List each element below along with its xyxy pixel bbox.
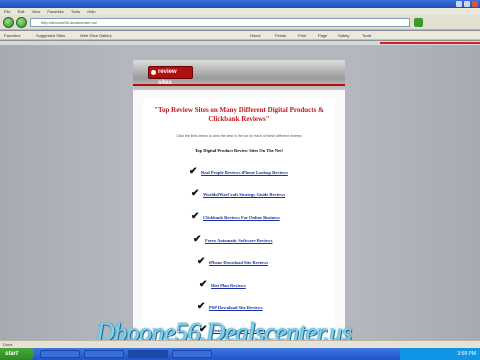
review-link[interactable]: Diet Plan Reviews bbox=[211, 283, 246, 288]
section-subhead: Top Digital Product Review Sites On The … bbox=[194, 148, 284, 153]
menu-file[interactable]: File bbox=[4, 9, 10, 14]
header-divider bbox=[133, 84, 345, 86]
home-button[interactable]: Home bbox=[250, 31, 261, 40]
page-menu[interactable]: Page bbox=[318, 31, 327, 40]
review-link[interactable]: WorldofWarCraft Strategy Guide Reviews bbox=[203, 192, 285, 197]
menu-bar: File Edit View Favorites Tools Help bbox=[0, 8, 480, 15]
checkmark-icon: ✔ bbox=[199, 279, 208, 290]
minimize-button[interactable] bbox=[456, 1, 462, 7]
review-link[interactable]: Real People Reviews iPhone Lookup Review… bbox=[201, 170, 288, 175]
suggested-sites-link[interactable]: Suggested Sites bbox=[36, 31, 65, 40]
navigation-bar: http://dboone56.dealscenter.us/ bbox=[0, 15, 480, 30]
checkmark-icon: ✔ bbox=[197, 301, 206, 312]
checkmark-icon: ✔ bbox=[191, 211, 200, 222]
web-slice-gallery-link[interactable]: Web Slice Gallery bbox=[80, 31, 112, 40]
favorites-bar: Favorites Suggested Sites Web Slice Gall… bbox=[0, 31, 480, 40]
feeds-button[interactable]: Feeds bbox=[275, 31, 286, 40]
list-item: ✔ PSP Download Site Reviews bbox=[143, 301, 335, 315]
taskbar-item[interactable] bbox=[84, 350, 124, 358]
instruction-note: Click the links below to view the best i… bbox=[176, 134, 302, 138]
list-item: ✔ WorldofWarCraft Strategy Guide Reviews bbox=[143, 188, 335, 202]
close-button[interactable] bbox=[472, 1, 478, 7]
checkmark-icon: ✔ bbox=[197, 256, 206, 267]
tools-menu[interactable]: Tools bbox=[362, 31, 371, 40]
clock: 3:58 PM bbox=[457, 351, 476, 357]
taskbar-item[interactable] bbox=[172, 350, 212, 358]
review-link[interactable]: Clickbank Reviews For Online Business bbox=[203, 215, 280, 220]
taskbar-item[interactable] bbox=[40, 350, 80, 358]
list-item: ✔ Diet Plan Reviews bbox=[143, 279, 335, 293]
taskbar: start 3:58 PM bbox=[0, 348, 480, 360]
review-link[interactable]: iPhone Download Site Reviews bbox=[209, 260, 268, 265]
menu-favorites[interactable]: Favorites bbox=[47, 9, 63, 14]
menu-help[interactable]: Help bbox=[87, 9, 95, 14]
list-item: ✔ Forex Automatic Software Reviews bbox=[143, 234, 335, 248]
review-link[interactable]: PSP Download Site Reviews bbox=[209, 305, 263, 310]
site-header: review sites bbox=[133, 60, 345, 90]
menu-view[interactable]: View bbox=[32, 9, 41, 14]
list-item: ✔ iPhone Download Site Reviews bbox=[143, 256, 335, 270]
checkmark-icon: ✔ bbox=[193, 234, 202, 245]
web-page: review sites "Top Review Sites on Many D… bbox=[133, 60, 345, 358]
menu-edit[interactable]: Edit bbox=[18, 9, 25, 14]
list-item: ✔ Clickbank Reviews For Online Business bbox=[143, 211, 335, 225]
address-bar[interactable]: http://dboone56.dealscenter.us/ bbox=[30, 18, 410, 27]
checkmark-icon: ✔ bbox=[189, 166, 198, 177]
safety-menu[interactable]: Safety bbox=[338, 31, 349, 40]
status-bar: Done bbox=[0, 340, 480, 348]
system-tray: 3:58 PM bbox=[400, 348, 480, 360]
forward-button[interactable] bbox=[16, 17, 27, 28]
back-button[interactable] bbox=[3, 17, 14, 28]
go-arrow-icon[interactable] bbox=[414, 18, 423, 27]
review-link[interactable]: Forex Automatic Software Reviews bbox=[205, 238, 272, 243]
print-button[interactable]: Print bbox=[298, 31, 306, 40]
browser-title-bar bbox=[0, 0, 480, 8]
taskbar-item-active[interactable] bbox=[128, 350, 168, 358]
maximize-button[interactable] bbox=[464, 1, 470, 7]
checkmark-icon: ✔ bbox=[191, 188, 200, 199]
start-label: start bbox=[5, 351, 19, 357]
status-text: Done bbox=[3, 342, 13, 347]
page-headline: "Top Review Sites on Many Different Digi… bbox=[154, 106, 324, 123]
site-logo[interactable]: review sites bbox=[148, 66, 193, 86]
list-item: ✔ Real People Reviews iPhone Lookup Revi… bbox=[143, 166, 335, 180]
accent-stripe bbox=[380, 42, 480, 44]
web-viewport: review sites "Top Review Sites on Many D… bbox=[0, 45, 480, 358]
start-button[interactable]: start bbox=[0, 348, 34, 360]
menu-tools[interactable]: Tools bbox=[71, 9, 80, 14]
favorites-link[interactable]: Favorites bbox=[4, 31, 20, 40]
arrow-bullet-icon bbox=[151, 70, 156, 75]
